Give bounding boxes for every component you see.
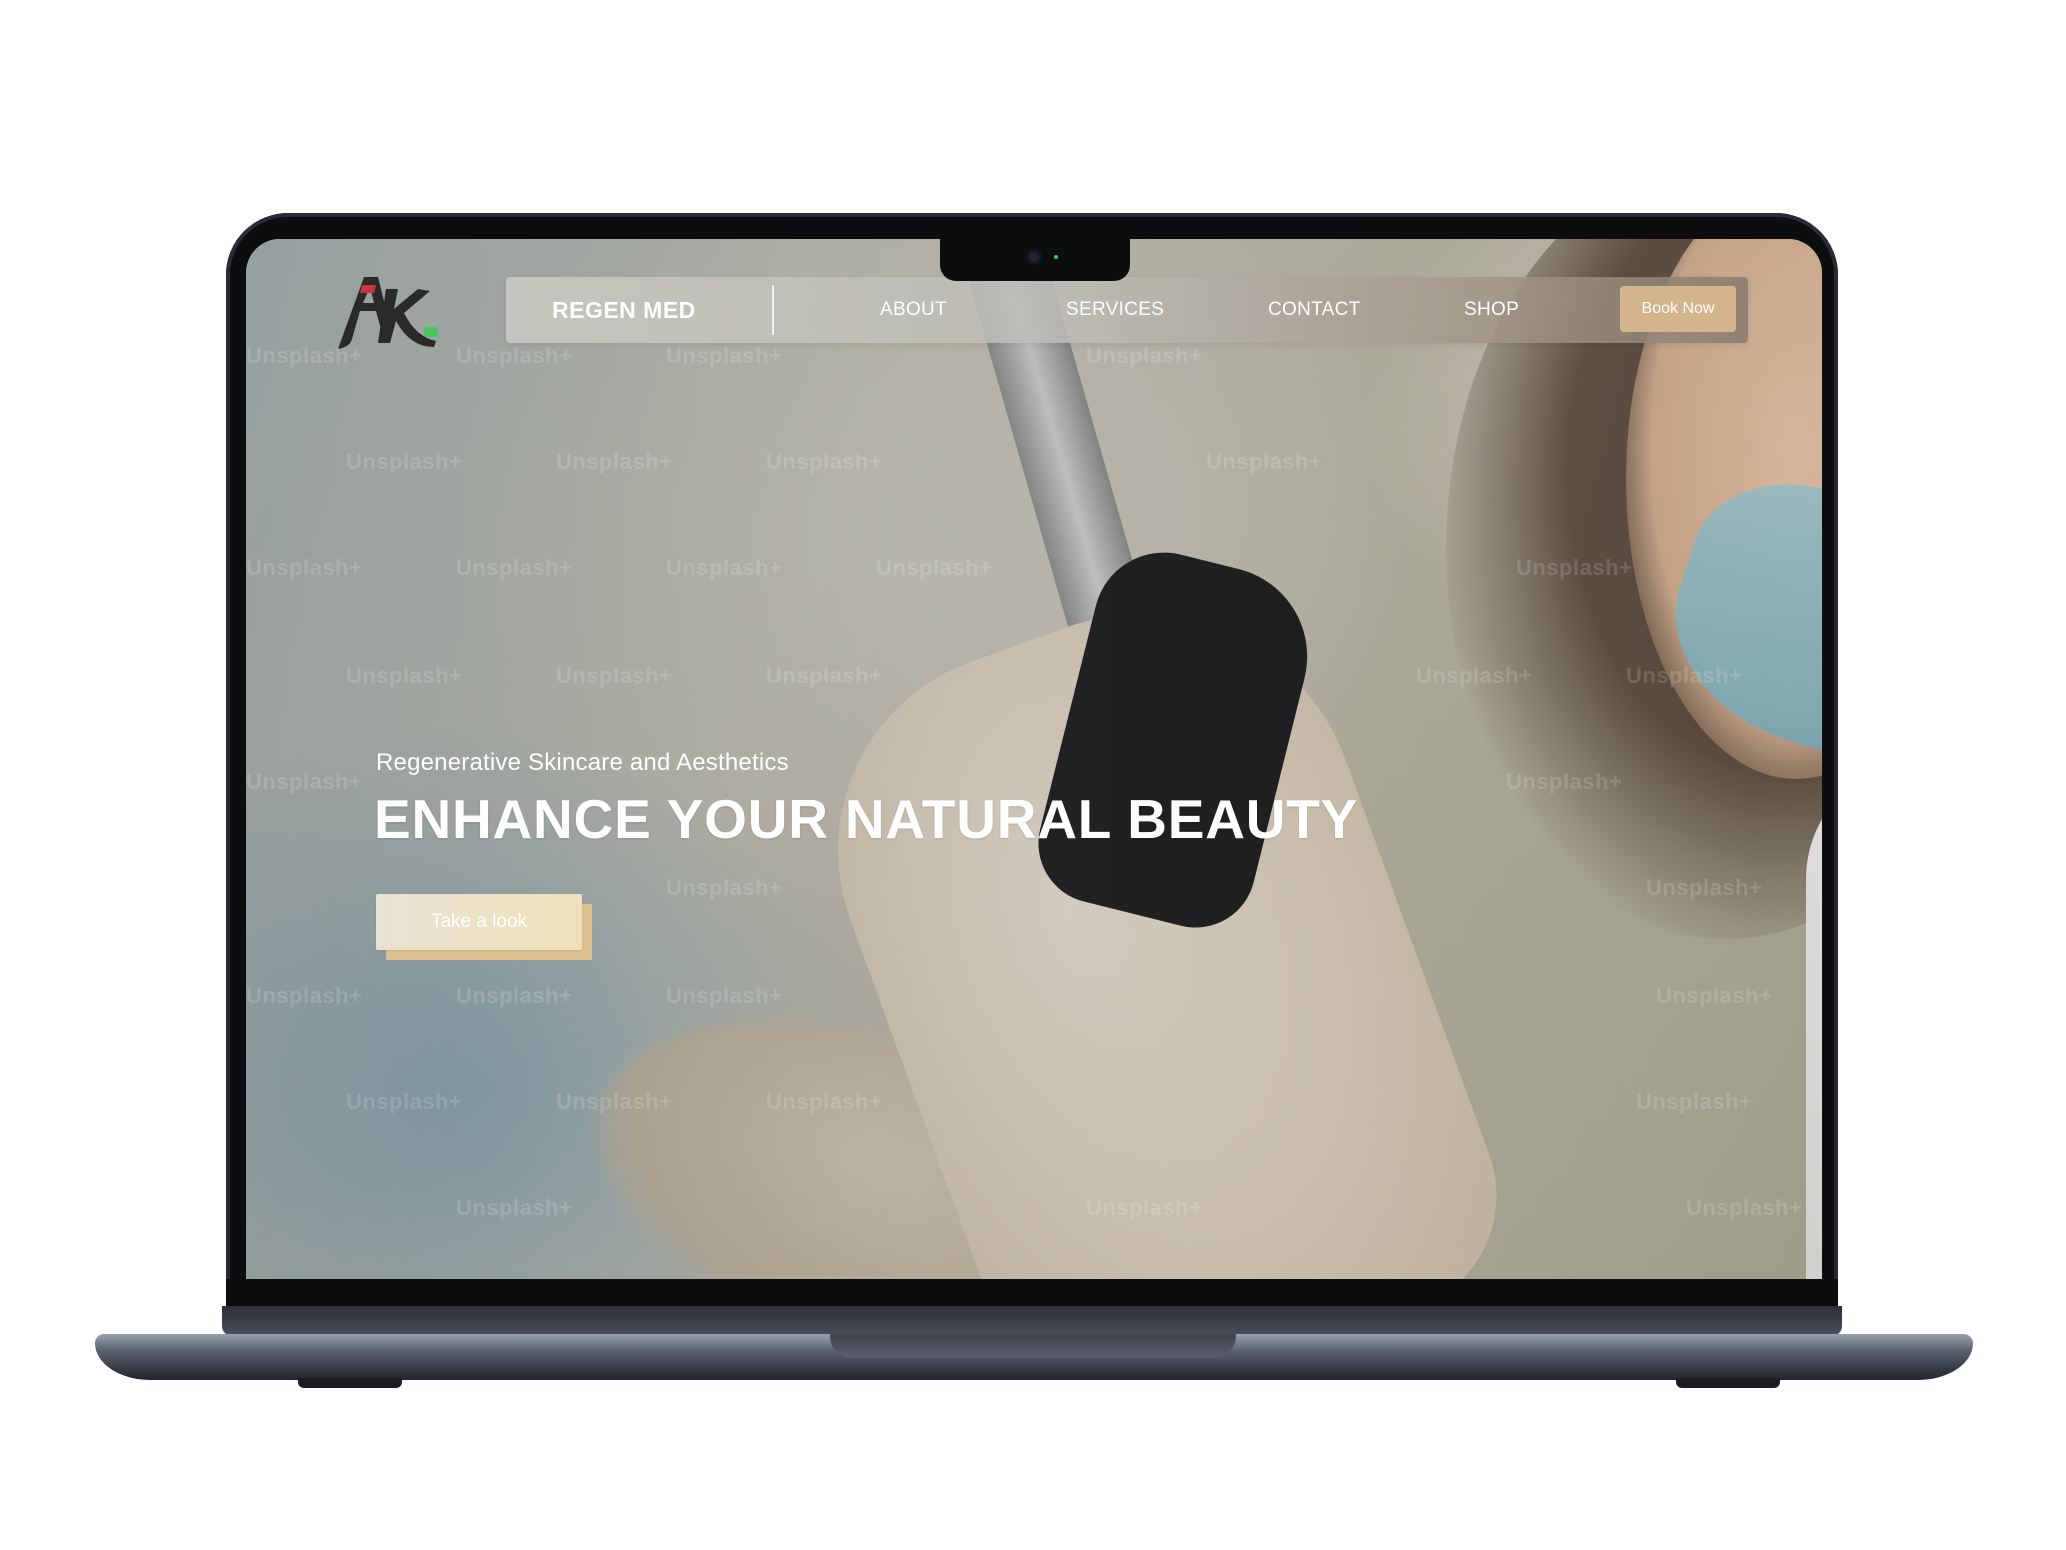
nav-link-about[interactable]: ABOUT <box>880 277 947 343</box>
watermark-text: Unsplash+ <box>1626 663 1743 688</box>
watermark-text: Unsplash+ <box>556 663 673 688</box>
brand-name[interactable]: REGEN MED <box>552 277 696 343</box>
site-logo[interactable] <box>330 263 440 355</box>
watermark-text: Unsplash+ <box>246 983 363 1008</box>
camera-icon <box>1026 249 1042 265</box>
watermark-text: Unsplash+ <box>556 449 673 474</box>
mockup-stage: Unsplash+ Unsplash+ Unsplash+ Unsplash+ … <box>0 0 2066 1550</box>
watermark-text: Unsplash+ <box>1086 343 1203 368</box>
nav-link-shop[interactable]: SHOP <box>1464 277 1519 343</box>
watermark-text: Unsplash+ <box>876 555 993 580</box>
laptop-bottom-bezel <box>226 1279 1838 1309</box>
browser-screen: Unsplash+ Unsplash+ Unsplash+ Unsplash+ … <box>246 239 1822 1279</box>
watermark-text: Unsplash+ <box>456 983 573 1008</box>
camera-led-icon <box>1054 255 1058 259</box>
watermark-text: Unsplash+ <box>1646 875 1763 900</box>
watermark-text: Unsplash+ <box>456 1195 573 1220</box>
watermark-text: Unsplash+ <box>456 343 573 368</box>
nav-divider <box>772 285 774 335</box>
watermark-text: Unsplash+ <box>1086 1195 1203 1220</box>
watermark-text: Unsplash+ <box>1506 769 1623 794</box>
watermark-text: Unsplash+ <box>666 983 783 1008</box>
watermark-text: Unsplash+ <box>766 1089 883 1114</box>
watermark-text: Unsplash+ <box>766 449 883 474</box>
watermark-text: Unsplash+ <box>346 449 463 474</box>
hero-subtitle: Regenerative Skincare and Aesthetics <box>376 749 789 776</box>
watermark-text: Unsplash+ <box>1656 983 1773 1008</box>
watermark-text: Unsplash+ <box>1516 555 1633 580</box>
watermark-text: Unsplash+ <box>666 875 783 900</box>
watermark-text: Unsplash+ <box>1416 663 1533 688</box>
watermark-text: Unsplash+ <box>1206 449 1323 474</box>
watermark-text: Unsplash+ <box>1636 1089 1753 1114</box>
watermark-text: Unsplash+ <box>666 555 783 580</box>
hero-headline: ENHANCE YOUR NATURAL BEAUTY <box>374 788 1359 850</box>
watermark-text: Unsplash+ <box>346 663 463 688</box>
watermark-text: Unsplash+ <box>456 555 573 580</box>
watermark-text: Unsplash+ <box>556 1089 673 1114</box>
camera-notch <box>940 239 1130 281</box>
ak-monogram-logo-icon <box>338 277 438 349</box>
watermark-text: Unsplash+ <box>766 663 883 688</box>
nav-link-contact[interactable]: CONTACT <box>1268 277 1361 343</box>
top-navbar: REGEN MED ABOUT SERVICES CONTACT SHOP Bo… <box>506 277 1748 343</box>
watermark-text: Unsplash+ <box>346 1089 463 1114</box>
laptop-opening-notch <box>830 1334 1236 1358</box>
take-a-look-button[interactable]: Take a look <box>376 894 582 950</box>
watermark-text: Unsplash+ <box>1686 1195 1803 1220</box>
laptop-hinge <box>222 1306 1842 1336</box>
watermark-text: Unsplash+ <box>246 555 363 580</box>
laptop-foot-right <box>1676 1378 1780 1388</box>
laptop-foot-left <box>298 1378 402 1388</box>
watermark-text: Unsplash+ <box>246 769 363 794</box>
nav-link-services[interactable]: SERVICES <box>1066 277 1164 343</box>
watermark-text: Unsplash+ <box>666 343 783 368</box>
book-now-button[interactable]: Book Now <box>1620 286 1736 332</box>
